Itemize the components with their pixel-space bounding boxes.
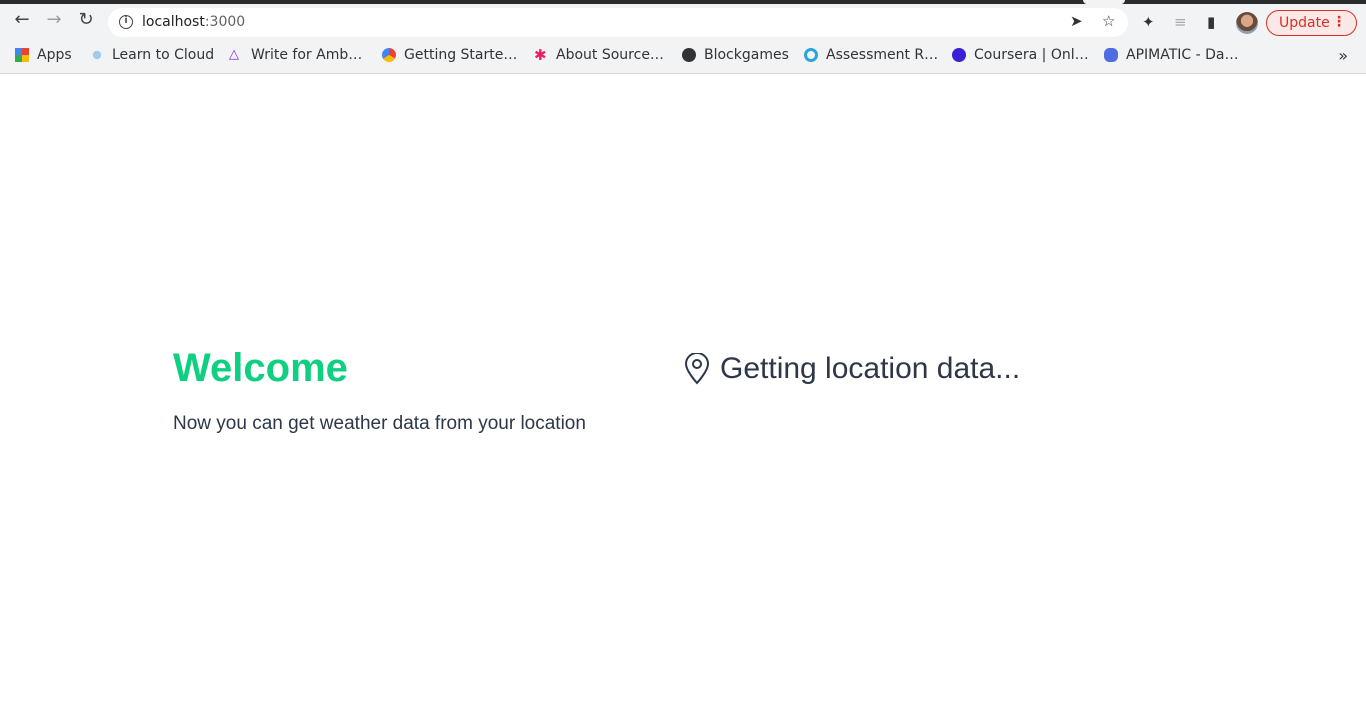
bookmark-label: Coursera | Onl… [974,47,1089,63]
bookmark-learn-to-cloud[interactable]: Learn to Cloud [90,47,214,63]
google-cloud-icon [382,48,396,62]
cloud-icon [92,50,102,60]
apimatic-icon [1104,48,1118,62]
bookmark-blockgames[interactable]: Blockgames [682,47,789,63]
bookmark-label: About Source… [556,47,664,63]
update-button[interactable]: Update ⋮ [1266,10,1357,36]
page-subtitle: Now you can get weather data from your l… [173,413,586,434]
bookmark-assessment[interactable]: Assessment R… [804,47,938,63]
map-pin-icon [684,353,710,385]
media-icon[interactable]: ≡ [1174,13,1187,31]
bookmark-apps[interactable]: Apps [15,47,72,63]
bookmark-coursera[interactable]: Coursera | Onl… [952,47,1089,63]
ring-icon [804,48,818,62]
bookmark-label: Apps [37,47,72,63]
url-text[interactable]: localhost:3000 [142,14,245,30]
star-icon[interactable]: ☆ [1102,12,1115,30]
page-title: Welcome [173,346,348,390]
side-panel-icon[interactable]: ▮ [1207,13,1215,31]
url-port: :3000 [204,14,246,30]
location-status-text: Getting location data... [720,352,1021,385]
coursera-icon [952,48,966,62]
bookmarks-bar: Apps Learn to Cloud △ Write for Amb… Gett… [0,41,1366,74]
bookmark-write-for-ambassador[interactable]: △ Write for Amb… [229,47,362,63]
update-label: Update [1279,15,1330,31]
extensions-icon[interactable]: ✦ [1142,13,1155,31]
globe-icon [682,48,696,62]
address-bar[interactable]: i localhost:3000 ➤ ☆ [108,8,1128,37]
bookmark-label: Write for Amb… [251,47,363,63]
menu-icon: ⋮ [1332,14,1346,30]
info-icon[interactable]: i [119,15,133,29]
bookmark-label: Blockgames [704,47,789,63]
bookmark-label: Learn to Cloud [112,47,215,63]
bookmark-label: Assessment R… [826,47,939,63]
location-status: Getting location data... [684,352,1020,386]
ambassador-icon: △ [229,47,239,62]
bookmark-getting-started[interactable]: Getting Starte… [382,47,517,63]
more-bookmarks-button[interactable]: » [1338,46,1348,65]
send-icon[interactable]: ➤ [1070,12,1083,30]
back-icon[interactable]: ← [10,9,34,30]
apps-grid-icon [15,48,29,62]
browser-toolbar: ← → ↻ i localhost:3000 ➤ ☆ ✦ ≡ ▮ Update ⋮ [0,4,1366,41]
bookmark-label: Getting Starte… [404,47,518,63]
bookmark-label: APIMATIC - Da… [1126,47,1239,63]
sourcegraph-icon: ✱ [534,46,547,64]
bookmark-apimatic[interactable]: APIMATIC - Da… [1104,47,1239,63]
bookmark-about-sourcegraph[interactable]: ✱ About Source… [534,47,664,63]
avatar[interactable] [1236,12,1258,34]
reload-icon[interactable]: ↻ [74,9,98,30]
forward-icon[interactable]: → [42,9,66,30]
url-host: localhost [142,14,205,30]
